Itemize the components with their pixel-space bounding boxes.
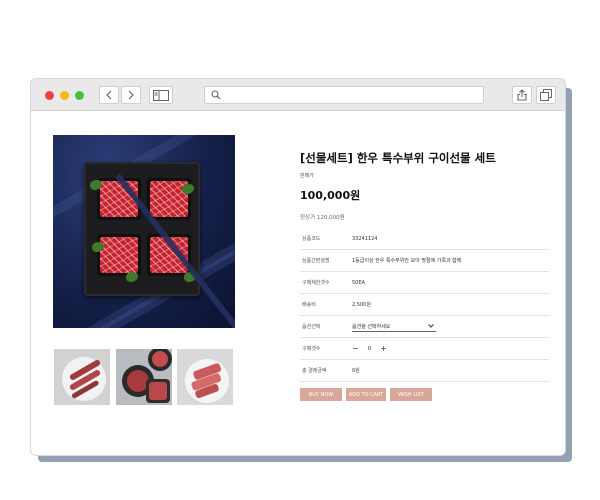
browser-toolbar	[31, 79, 565, 111]
quantity-value: 0	[367, 345, 372, 352]
chevron-left-icon	[106, 90, 112, 100]
quantity-stepper: − 0 +	[352, 344, 549, 353]
total-amount: 0원	[352, 368, 360, 374]
info-row-product-code: 상품코드 33241124	[300, 228, 549, 250]
share-icon	[517, 89, 527, 101]
sale-price-label: 판매가	[300, 173, 314, 179]
close-window-button[interactable]	[45, 91, 54, 100]
product-actions: BUY NOW ADD TO CART WISH LIST	[300, 388, 432, 401]
product-thumbnail[interactable]	[177, 349, 233, 405]
info-row-quantity: 구매갯수 − 0 +	[300, 338, 549, 360]
info-label: 배송비	[302, 302, 316, 308]
chevron-down-icon	[428, 324, 434, 328]
meat-gift-box	[84, 162, 235, 328]
option-select[interactable]: 옵션을 선택하세요	[352, 321, 436, 332]
add-to-cart-button[interactable]: ADD TO CART	[346, 388, 386, 401]
info-value: 50EA	[352, 279, 365, 286]
product-page: [선물세트] 한우 특수부위 구이선물 세트 판매가 100,000원 정상가 …	[31, 112, 565, 455]
info-value: 33241124	[352, 235, 378, 242]
info-label: 옵션선택	[302, 324, 321, 330]
increase-quantity-button[interactable]: +	[380, 344, 387, 353]
info-label: 총 결제금액	[302, 368, 327, 374]
sidebar-icon	[153, 89, 169, 101]
info-value: 1등급이상 한우 특수부위만 모아 명절에 가족과 함께	[352, 258, 462, 264]
info-row-short-description: 상품간편설명 1등급이상 한우 특수부위만 모아 명절에 가족과 함께	[300, 250, 549, 272]
info-label: 구매갯수	[302, 346, 321, 352]
info-row-option: 옵션선택 옵션을 선택하세요	[300, 316, 549, 338]
wish-list-button[interactable]: WISH LIST	[390, 388, 432, 401]
regular-price: 정상가 120,000원	[300, 215, 345, 221]
info-value: 2,500원	[352, 302, 371, 308]
tabs-button[interactable]	[536, 86, 556, 104]
forward-button[interactable]	[121, 86, 141, 104]
search-icon	[211, 90, 221, 100]
product-thumbnail[interactable]	[116, 349, 172, 405]
sale-price: 100,000원	[300, 189, 361, 202]
sidebar-toggle-button[interactable]	[149, 86, 173, 104]
product-title: [선물세트] 한우 특수부위 구이선물 세트	[300, 151, 496, 165]
share-button[interactable]	[512, 86, 532, 104]
product-info-table: 상품코드 33241124 상품간편설명 1등급이상 한우 특수부위만 모아 명…	[300, 228, 549, 382]
address-bar[interactable]	[204, 86, 484, 104]
tabs-icon	[540, 89, 552, 101]
info-row-shipping-fee: 배송비 2,500원	[300, 294, 549, 316]
buy-now-button[interactable]: BUY NOW	[300, 388, 342, 401]
info-label: 상품코드	[302, 236, 321, 242]
info-row-purchase-limit: 구매제한갯수 50EA	[300, 272, 549, 294]
product-thumbnail[interactable]	[54, 349, 110, 405]
product-main-image	[53, 135, 235, 328]
minimize-window-button[interactable]	[60, 91, 69, 100]
option-select-value: 옵션을 선택하세요	[352, 323, 391, 330]
maximize-window-button[interactable]	[75, 91, 84, 100]
decrease-quantity-button[interactable]: −	[352, 344, 359, 353]
browser-window: [선물세트] 한우 특수부위 구이선물 세트 판매가 100,000원 정상가 …	[30, 78, 566, 456]
back-button[interactable]	[99, 86, 119, 104]
info-label: 구매제한갯수	[302, 280, 330, 286]
info-label: 상품간편설명	[302, 258, 330, 264]
info-row-total: 총 결제금액 0원	[300, 360, 549, 382]
chevron-right-icon	[128, 90, 134, 100]
